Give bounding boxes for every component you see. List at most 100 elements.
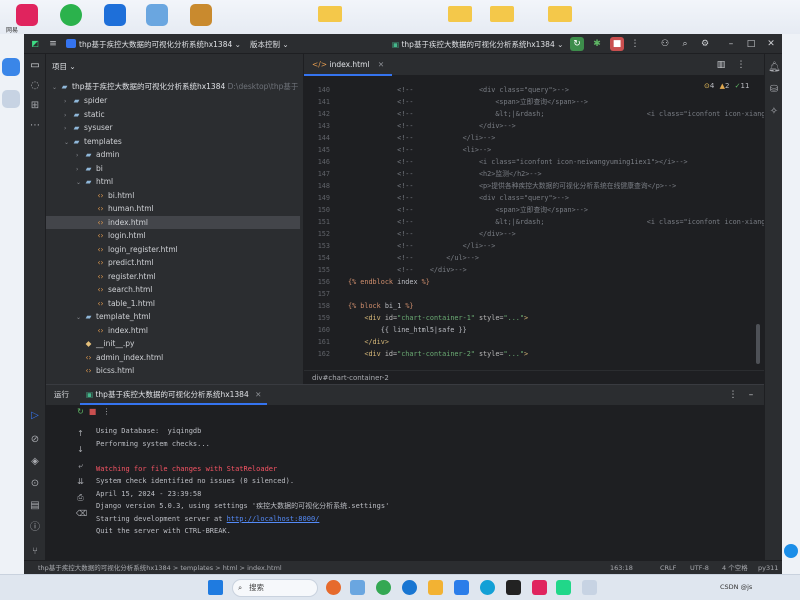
code-line[interactable]: 161 </div> bbox=[304, 336, 764, 348]
code-line[interactable]: 140 <!-- <div class="query">--> bbox=[304, 84, 764, 96]
server-url-link[interactable]: http://localhost:8000/ bbox=[227, 515, 320, 523]
services-tool-icon[interactable]: ⊘ bbox=[29, 434, 41, 446]
tree-item-table-1-html[interactable]: ‹› table_1.html bbox=[46, 297, 300, 311]
scroll-up-icon[interactable]: ↑ bbox=[76, 429, 85, 438]
code-line[interactable]: 151 <!-- &lt;|&rdash; <i class="iconfont… bbox=[304, 216, 764, 228]
code-line[interactable]: 150 <!-- <span>立即查询</span>--> bbox=[304, 204, 764, 216]
windows-start-icon[interactable] bbox=[208, 580, 223, 595]
debug-button[interactable]: ✱ bbox=[590, 37, 604, 51]
chevron-right-icon[interactable]: › bbox=[64, 95, 72, 108]
taskbar-app-icon[interactable] bbox=[454, 580, 469, 595]
desktop-icon-app-1[interactable] bbox=[16, 4, 38, 26]
code-line[interactable]: 155 <!-- </div>--> bbox=[304, 264, 764, 276]
stop-icon[interactable]: ■ bbox=[88, 407, 97, 416]
tree-item-login-html[interactable]: ‹› login.html bbox=[46, 229, 300, 243]
run-panel-more-icon[interactable]: ⋮ bbox=[726, 388, 740, 402]
chevron-right-icon[interactable]: › bbox=[64, 109, 72, 122]
tree-item-sysuser[interactable]: › ▰ sysuser bbox=[46, 121, 300, 135]
desktop-icon-edge[interactable] bbox=[784, 544, 798, 558]
commit-tool-icon[interactable]: ◌ bbox=[29, 80, 41, 92]
taskbar-app-icon[interactable] bbox=[532, 580, 547, 595]
main-menu-icon[interactable]: ≡ bbox=[46, 37, 60, 51]
tree-item-search-html[interactable]: ‹› search.html bbox=[46, 283, 300, 297]
layers-tool-icon[interactable]: ◈ bbox=[29, 456, 41, 468]
desktop-icon-edge[interactable] bbox=[2, 58, 20, 76]
close-icon[interactable]: ✕ bbox=[764, 37, 778, 51]
code-line[interactable]: 146 <!-- <i class="iconfont icon-neiwang… bbox=[304, 156, 764, 168]
indent-setting[interactable]: 4 个空格 bbox=[722, 561, 748, 574]
chevron-down-icon[interactable]: ⌄ bbox=[76, 311, 84, 324]
editor-scrollbar[interactable] bbox=[756, 324, 760, 364]
more-icon[interactable]: ⋮ bbox=[102, 407, 111, 416]
tree-item-bi[interactable]: › ▰ bi bbox=[46, 162, 300, 176]
code-line[interactable]: 143 <!-- </div>--> bbox=[304, 120, 764, 132]
chevron-right-icon[interactable]: › bbox=[64, 122, 72, 135]
code-line[interactable]: 162 <div id="chart-container-2" style=".… bbox=[304, 348, 764, 360]
tree-item-admin-index-html[interactable]: ‹› admin_index.html bbox=[46, 351, 300, 365]
code-line[interactable]: 154 <!-- </ul>--> bbox=[304, 252, 764, 264]
tree-item-bicss-html[interactable]: ‹› bicss.html bbox=[46, 364, 300, 378]
close-tab-icon[interactable]: ✕ bbox=[255, 390, 261, 399]
tree-root[interactable]: ⌄ ▰ thp基于疾控大数据的可视化分析系统hx1384 D:\desktop\th… bbox=[46, 80, 300, 94]
code-line[interactable]: 153 <!-- </li>--> bbox=[304, 240, 764, 252]
taskbar-app-icon[interactable] bbox=[350, 580, 365, 595]
desktop-icon-app-5[interactable] bbox=[190, 4, 212, 26]
chevron-down-icon[interactable]: ⌄ bbox=[76, 176, 84, 189]
structure-tool-icon[interactable]: ⊞ bbox=[29, 100, 41, 112]
taskbar-app-icon[interactable] bbox=[480, 580, 495, 595]
hide-panel-icon[interactable]: – bbox=[744, 388, 758, 402]
ai-assistant-icon[interactable]: ✧ bbox=[768, 106, 780, 118]
code-line[interactable]: 149 <!-- <div class="query">--> bbox=[304, 192, 764, 204]
project-tool-icon[interactable]: ▭ bbox=[29, 60, 41, 72]
taskbar-app-icon[interactable] bbox=[402, 580, 417, 595]
taskbar-app-icon[interactable] bbox=[506, 580, 521, 595]
code-line[interactable]: 156 {% endblock index %} bbox=[304, 276, 764, 288]
code-line[interactable]: 147 <!-- <h2>监测</h2>--> bbox=[304, 168, 764, 180]
taskbar-pycharm-icon[interactable] bbox=[556, 580, 571, 595]
caret-position[interactable]: 163:18 bbox=[610, 561, 633, 574]
desktop-icon-app-4[interactable] bbox=[146, 4, 168, 26]
tree-item-bi-html[interactable]: ‹› bi.html bbox=[46, 189, 300, 203]
print-icon[interactable]: ⎙ bbox=[76, 493, 85, 502]
more-tools-icon[interactable]: ⋯ bbox=[29, 120, 41, 132]
tree-item-admin[interactable]: › ▰ admin bbox=[46, 148, 300, 162]
notifications-icon[interactable]: 🔔︎ bbox=[768, 62, 781, 74]
taskbar-app-icon[interactable] bbox=[428, 580, 443, 595]
tree-item-human-html[interactable]: ‹› human.html bbox=[46, 202, 300, 216]
tree-item-index-html[interactable]: ‹› index.html bbox=[46, 324, 300, 338]
code-line[interactable]: 160 {{ line_html5|safe }} bbox=[304, 324, 764, 336]
trash-icon[interactable]: ⌫ bbox=[76, 509, 87, 518]
database-icon[interactable]: ⛁ bbox=[768, 84, 780, 96]
code-line[interactable]: 148 <!-- <p>提供各种疾控大数据的可视化分析系统在线健康查询</p>-… bbox=[304, 180, 764, 192]
taskbar-app-icon[interactable] bbox=[326, 580, 341, 595]
chevron-right-icon[interactable]: › bbox=[76, 149, 84, 162]
desktop-icon-app-3[interactable] bbox=[104, 4, 126, 26]
interpreter[interactable]: py311 bbox=[758, 561, 778, 574]
code-line[interactable]: 142 <!-- &lt;|&rdash; <i class="iconfont… bbox=[304, 108, 764, 120]
taskbar-app-icon[interactable] bbox=[582, 580, 597, 595]
tree-item-static[interactable]: › ▰ static bbox=[46, 108, 300, 122]
code-line[interactable]: 159 <div id="chart-container-1" style=".… bbox=[304, 312, 764, 324]
tree-item-login-register-html[interactable]: ‹› login_register.html bbox=[46, 243, 300, 257]
code-line[interactable]: 158 {% block bi_1 %} bbox=[304, 300, 764, 312]
file-encoding[interactable]: UTF-8 bbox=[690, 561, 709, 574]
maximize-icon[interactable]: □ bbox=[744, 37, 758, 51]
more-actions-icon[interactable]: ⋮ bbox=[628, 37, 642, 51]
split-editor-icon[interactable]: ▥ bbox=[714, 58, 728, 72]
desktop-folder-icon[interactable] bbox=[548, 6, 572, 22]
taskbar-app-icon[interactable] bbox=[376, 580, 391, 595]
close-tab-icon[interactable]: ✕ bbox=[378, 60, 384, 69]
project-panel-title[interactable]: 项目 ⌄ bbox=[52, 61, 76, 72]
problems-tool-icon[interactable]: ⓘ bbox=[29, 522, 41, 534]
line-separator[interactable]: CRLF bbox=[660, 561, 676, 574]
tree-item-spider[interactable]: › ▰ spider bbox=[46, 94, 300, 108]
python-console-icon[interactable]: ⊙ bbox=[29, 478, 41, 490]
settings-gear-icon[interactable]: ⚙ bbox=[698, 37, 712, 51]
desktop-icon-edge[interactable] bbox=[2, 90, 20, 108]
tree-item-template-html[interactable]: ⌄ ▰ template_html bbox=[46, 310, 300, 324]
code-line[interactable]: 152 <!-- </div>--> bbox=[304, 228, 764, 240]
rerun-button[interactable]: ↻ bbox=[570, 37, 584, 51]
desktop-folder-icon[interactable] bbox=[448, 6, 472, 22]
minimize-icon[interactable]: – bbox=[724, 37, 738, 51]
tab-index-html[interactable]: </> index.html ✕ bbox=[304, 54, 393, 76]
